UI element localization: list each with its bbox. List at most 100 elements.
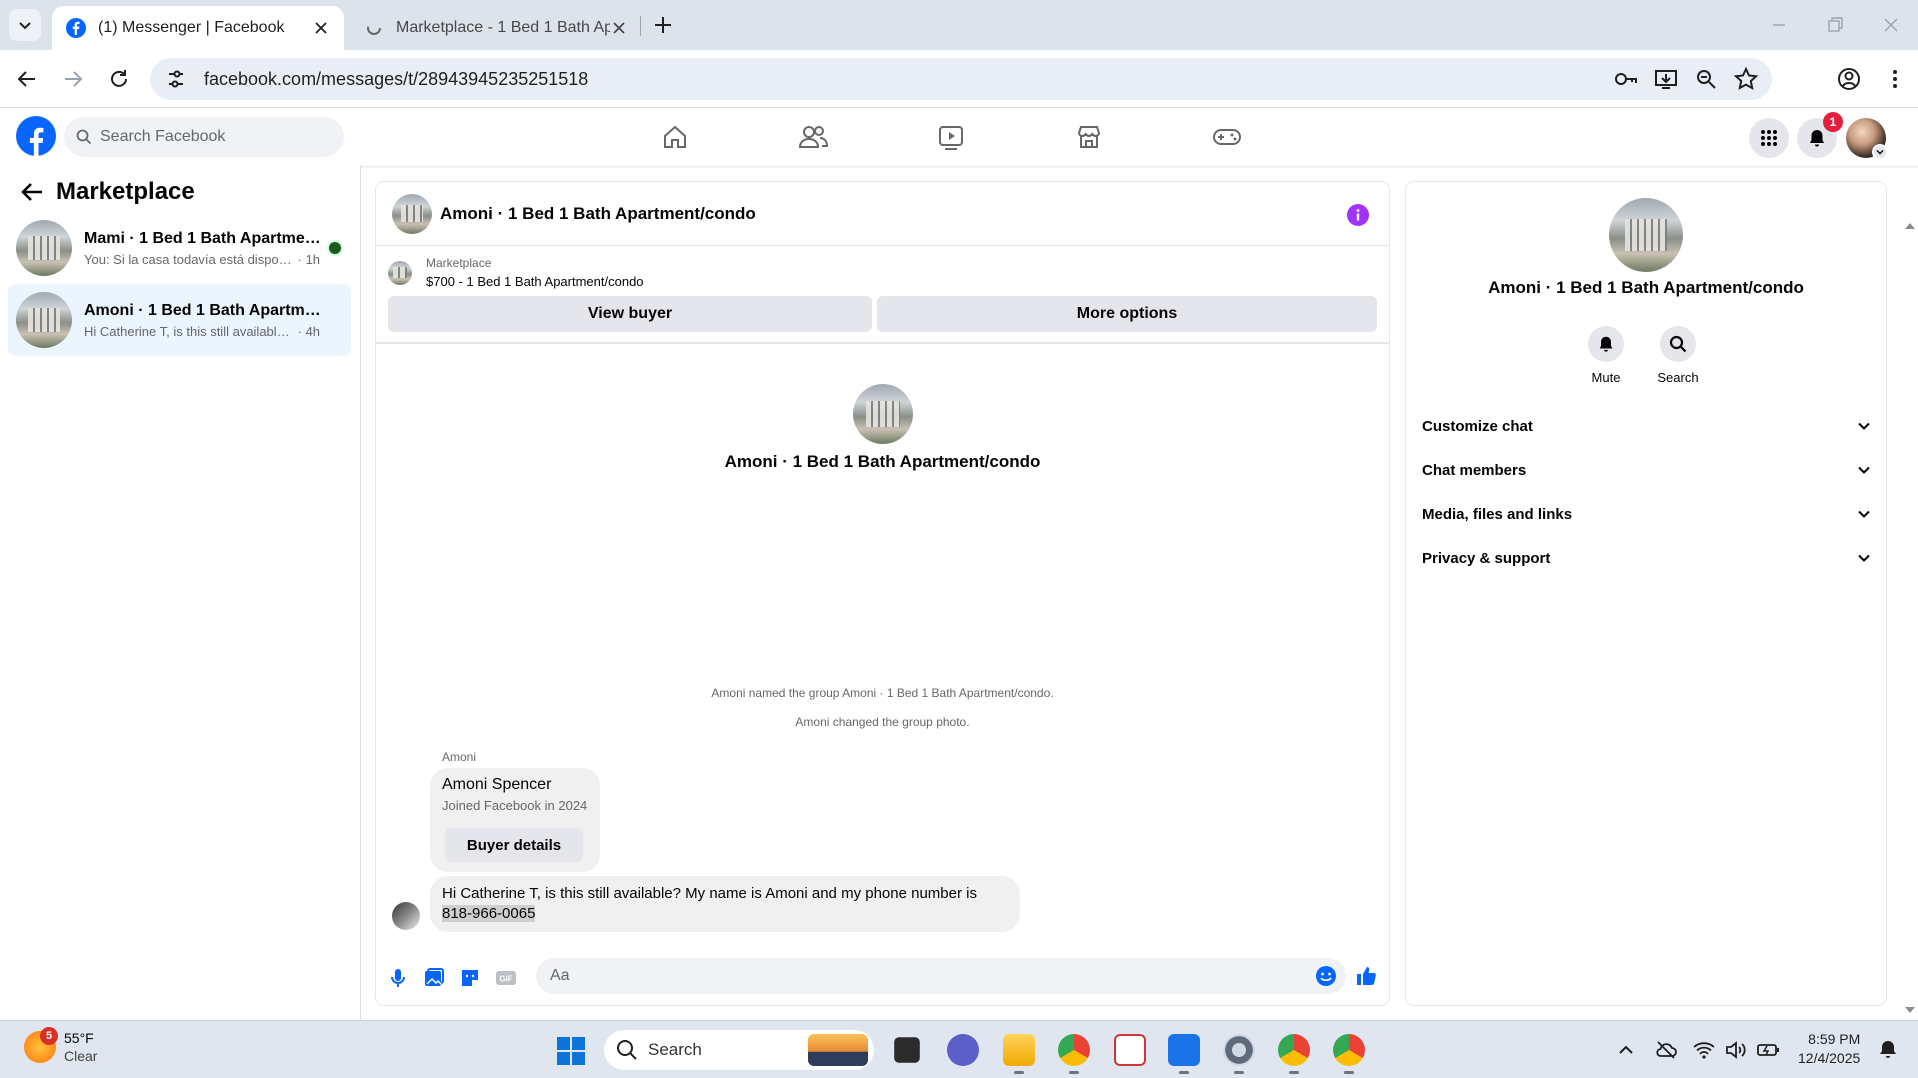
nav-video[interactable]	[896, 116, 1006, 158]
chat-header: Amoni · 1 Bed 1 Bath Apartment/condo	[376, 182, 1389, 246]
weather-sun-icon: 5	[24, 1027, 58, 1063]
nav-gaming[interactable]	[1172, 116, 1282, 158]
forward-icon[interactable]	[58, 64, 88, 94]
show-hidden-icons-icon[interactable]	[1614, 1038, 1638, 1062]
notepad-icon[interactable]	[1168, 1034, 1200, 1066]
task-view-icon[interactable]	[894, 1037, 920, 1063]
new-tab-icon[interactable]	[650, 12, 676, 38]
buyer-details-button[interactable]: Buyer details	[445, 828, 583, 862]
tab-search-button[interactable]	[9, 9, 41, 41]
restore-icon[interactable]	[1824, 14, 1846, 36]
privacy-support-row[interactable]: Privacy & support	[1422, 540, 1872, 576]
scroll-down-arrow-icon[interactable]	[1904, 1004, 1916, 1016]
running-indicator	[1289, 1071, 1299, 1074]
buyer-name: Amoni Spencer	[442, 776, 552, 793]
profile-icon[interactable]	[1834, 64, 1864, 94]
facebook-logo-icon[interactable]	[16, 116, 56, 156]
tab-marketplace[interactable]: Marketplace - 1 Bed 1 Bath Apartment/con…	[350, 6, 642, 50]
taskbar-search-label: Search	[648, 1040, 702, 1059]
install-app-icon[interactable]	[1652, 65, 1680, 93]
conversation-item-amoni[interactable]: Amoni · 1 Bed 1 Bath Apartment/condo Hi …	[8, 284, 351, 356]
conversation-info-button[interactable]	[1347, 204, 1369, 226]
system-message: Amoni named the group Amoni · 1 Bed 1 Ba…	[711, 686, 1054, 700]
wifi-icon[interactable]	[1692, 1038, 1716, 1062]
file-explorer-icon[interactable]	[1003, 1034, 1035, 1066]
info-name: Amoni · 1 Bed 1 Bath Apartment/condo	[1488, 278, 1804, 297]
close-tab-icon[interactable]	[610, 19, 628, 37]
weather-widget[interactable]: 5 55°F Clear	[24, 1027, 97, 1065]
sticker-icon[interactable]	[458, 966, 482, 990]
video-icon	[939, 126, 963, 150]
search-icon	[1669, 335, 1687, 353]
teams-chat-icon[interactable]	[947, 1034, 979, 1066]
message-phone[interactable]: 818-966-0065	[442, 905, 536, 922]
chrome-profile-icon[interactable]	[1333, 1034, 1365, 1066]
tab-title: (1) Messenger | Facebook	[98, 19, 285, 36]
chrome-profile-icon[interactable]	[1278, 1034, 1310, 1066]
facebook-search-input[interactable]: Search Facebook	[64, 117, 344, 157]
conversation-item-mami[interactable]: Mami · 1 Bed 1 Bath Apartment/condo You:…	[8, 212, 351, 284]
like-thumb-icon[interactable]	[1354, 964, 1378, 988]
message-bubble[interactable]: Hi Catherine T, is this still available?…	[430, 876, 1020, 932]
cloud-off-icon[interactable]	[1654, 1038, 1678, 1062]
close-tab-icon[interactable]	[312, 19, 330, 37]
nav-friends[interactable]	[758, 116, 868, 158]
password-key-icon[interactable]	[1612, 65, 1640, 93]
account-caret[interactable]	[1872, 144, 1888, 160]
more-options-button[interactable]: More options	[877, 296, 1377, 332]
volume-icon[interactable]	[1724, 1038, 1748, 1062]
chat-members-row[interactable]: Chat members	[1422, 452, 1872, 488]
marketplace-header: Marketplace	[18, 178, 195, 206]
message-input[interactable]: Aa	[536, 958, 1346, 994]
taskbar-search[interactable]: Search	[604, 1030, 874, 1070]
url-text: facebook.com/messages/t/2894394523525151…	[204, 68, 589, 89]
listing-summary[interactable]: Marketplace $700 - 1 Bed 1 Bath Apartmen…	[388, 256, 644, 289]
chat-avatar[interactable]	[392, 193, 432, 234]
back-icon[interactable]	[12, 64, 42, 94]
browser-menu-icon[interactable]	[1880, 64, 1910, 94]
back-arrow-icon[interactable]	[18, 178, 46, 206]
conversation-time: · 4h	[297, 323, 321, 339]
photo-icon[interactable]	[422, 966, 446, 990]
view-buyer-button[interactable]: View buyer	[388, 296, 872, 332]
reload-icon[interactable]	[104, 64, 134, 94]
customize-chat-row[interactable]: Customize chat	[1422, 408, 1872, 444]
settings-gear-icon[interactable]	[1223, 1034, 1255, 1066]
zoom-icon[interactable]	[1692, 65, 1720, 93]
battery-icon[interactable]	[1756, 1038, 1780, 1062]
home-icon	[664, 125, 686, 148]
bookmark-star-icon[interactable]	[1732, 65, 1760, 93]
site-settings-icon[interactable]	[158, 61, 194, 97]
tab-messenger[interactable]: (1) Messenger | Facebook	[52, 6, 344, 50]
loading-favicon-icon	[367, 21, 381, 35]
search-action[interactable]: Search	[1648, 326, 1708, 385]
menu-button[interactable]	[1749, 118, 1789, 158]
gif-icon[interactable]: GIF	[494, 966, 518, 990]
svg-text:GIF: GIF	[499, 975, 512, 984]
friends-icon	[798, 126, 828, 148]
scroll-up-arrow-icon[interactable]	[1904, 220, 1916, 232]
clock-date: 12/4/2025	[1798, 1050, 1861, 1066]
mute-action[interactable]: Mute	[1576, 326, 1636, 385]
nav-home[interactable]	[620, 116, 730, 158]
conversation-name: Mami · 1 Bed 1 Bath Apartment/condo	[84, 229, 324, 247]
chevron-down-icon	[1858, 422, 1870, 430]
minimize-icon[interactable]	[1768, 14, 1790, 36]
nav-marketplace[interactable]	[1034, 116, 1144, 158]
message-placeholder: Aa	[550, 967, 570, 984]
emoji-icon[interactable]	[1314, 964, 1338, 988]
snipping-tool-icon[interactable]	[1114, 1034, 1146, 1066]
windows-start-icon[interactable]	[556, 1036, 586, 1066]
notification-bell-icon[interactable]	[1876, 1038, 1900, 1062]
address-bar[interactable]: facebook.com/messages/t/2894394523525151…	[150, 58, 1772, 100]
weather-badge: 5	[40, 1027, 58, 1045]
media-files-links-row[interactable]: Media, files and links	[1422, 496, 1872, 532]
buyer-joined: Joined Facebook in 2024	[442, 798, 588, 813]
system-clock[interactable]: 8:59 PM 12/4/2025	[1798, 1030, 1860, 1068]
sender-avatar[interactable]	[392, 902, 420, 930]
chrome-icon[interactable]	[1058, 1034, 1090, 1066]
microphone-icon[interactable]	[386, 966, 410, 990]
chat-title[interactable]: Amoni · 1 Bed 1 Bath Apartment/condo	[440, 204, 756, 224]
close-window-icon[interactable]	[1880, 14, 1902, 36]
section-label: Media, files and links	[1422, 505, 1573, 523]
